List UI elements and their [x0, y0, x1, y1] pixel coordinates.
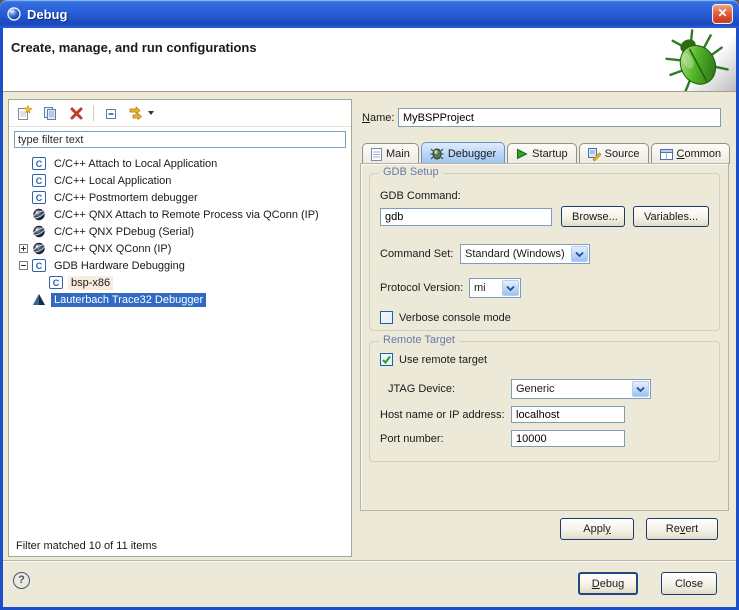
- tree-row[interactable]: C/C++ QNX PDebug (Serial): [9, 223, 351, 240]
- common-icon: [660, 149, 673, 160]
- window-icon: [6, 6, 22, 22]
- remote-target-group: Remote Target Use remote target JTAG Dev…: [369, 341, 720, 462]
- qnx-target-icon: [32, 242, 46, 255]
- protocol-version-label: Protocol Version:: [380, 282, 469, 294]
- use-remote-target-checkbox[interactable]: [380, 353, 393, 366]
- tree-row[interactable]: C bsp-x86: [9, 274, 351, 291]
- use-remote-target-label: Use remote target: [399, 354, 487, 366]
- svg-text:C: C: [36, 193, 43, 203]
- configurations-tree: C C/C++ Attach to Local Application C C/…: [9, 155, 351, 308]
- close-button[interactable]: Close: [661, 572, 717, 595]
- dialog-header: Create, manage, and run configurations: [3, 28, 736, 92]
- help-icon[interactable]: ?: [13, 572, 30, 589]
- revert-button[interactable]: Revert: [646, 518, 718, 540]
- filter-icon[interactable]: [128, 104, 154, 122]
- lauterbach-icon: [32, 293, 46, 306]
- svg-text:C: C: [36, 159, 43, 169]
- new-configuration-icon[interactable]: [15, 104, 33, 122]
- gdb-setup-title: GDB Setup: [379, 166, 443, 178]
- title-bar[interactable]: Debug ✕: [0, 0, 739, 28]
- tab-common[interactable]: Common: [651, 143, 731, 164]
- chevron-down-icon[interactable]: [632, 381, 649, 397]
- gdb-command-input[interactable]: [380, 208, 552, 226]
- filter-menu-caret-icon[interactable]: [148, 111, 154, 115]
- filter-status: Filter matched 10 of 11 items: [16, 540, 157, 552]
- tab-startup[interactable]: Startup: [507, 143, 576, 164]
- tree-row[interactable]: C C/C++ Attach to Local Application: [9, 155, 351, 172]
- remote-target-title: Remote Target: [379, 334, 459, 346]
- port-label: Port number:: [380, 433, 511, 445]
- tree-row[interactable]: C/C++ QNX QConn (IP): [9, 240, 351, 257]
- debug-dialog: Debug ✕ Create, manage, and run configur…: [0, 0, 739, 610]
- c-application-icon: C: [32, 174, 46, 187]
- debugger-tab-content: GDB Setup GDB Command: Browse... Variabl…: [360, 163, 729, 511]
- command-set-label: Command Set:: [380, 248, 460, 260]
- qnx-target-icon: [32, 225, 46, 238]
- toolbar-separator: [93, 105, 94, 121]
- window-title: Debug: [27, 7, 67, 22]
- svg-text:C: C: [36, 261, 43, 271]
- tree-row[interactable]: C GDB Hardware Debugging: [9, 257, 351, 274]
- startup-run-icon: [516, 148, 528, 160]
- svg-text:C: C: [53, 278, 60, 288]
- chevron-down-icon[interactable]: [502, 280, 519, 296]
- tree-row[interactable]: C C/C++ Local Application: [9, 172, 351, 189]
- gdb-command-label: GDB Command:: [380, 190, 709, 202]
- tree-row[interactable]: C/C++ QNX Attach to Remote Process via Q…: [9, 206, 351, 223]
- jtag-device-label: JTAG Device:: [380, 383, 511, 395]
- protocol-version-select[interactable]: mi: [469, 278, 521, 298]
- collapse-icon[interactable]: [19, 261, 28, 270]
- tab-main[interactable]: Main: [362, 143, 419, 164]
- main-tab-icon: [371, 148, 382, 161]
- configuration-form: Name: Main Debugger Startup Source Commo…: [360, 99, 731, 557]
- host-label: Host name or IP address:: [380, 409, 511, 421]
- configurations-toolbar: [9, 100, 351, 127]
- svg-text:C: C: [36, 176, 43, 186]
- delete-icon[interactable]: [67, 104, 85, 122]
- close-icon[interactable]: ✕: [712, 4, 733, 24]
- configurations-panel: C C/C++ Attach to Local Application C C/…: [8, 99, 352, 557]
- verbose-console-label: Verbose console mode: [399, 312, 511, 324]
- qnx-target-icon: [32, 208, 46, 221]
- c-application-icon: C: [49, 276, 63, 289]
- browse-button[interactable]: Browse...: [561, 206, 625, 227]
- port-input[interactable]: [511, 430, 625, 447]
- tab-bar: Main Debugger Startup Source Common: [362, 142, 732, 164]
- source-icon: [588, 148, 601, 161]
- collapse-all-icon[interactable]: [102, 104, 120, 122]
- tab-source[interactable]: Source: [579, 143, 649, 164]
- command-set-select[interactable]: Standard (Windows): [460, 244, 590, 264]
- apply-button[interactable]: Apply: [560, 518, 634, 540]
- footer-separator: [3, 560, 736, 562]
- name-label: Name:: [362, 112, 394, 124]
- dialog-description: Create, manage, and run configurations: [11, 40, 257, 55]
- debug-button[interactable]: Debug: [578, 572, 638, 595]
- verbose-console-checkbox[interactable]: [380, 311, 393, 324]
- variables-button[interactable]: Variables...: [633, 206, 709, 227]
- c-application-icon: C: [32, 157, 46, 170]
- gdb-setup-group: GDB Setup GDB Command: Browse... Variabl…: [369, 173, 720, 331]
- host-input[interactable]: [511, 406, 625, 423]
- duplicate-icon[interactable]: [41, 104, 59, 122]
- tab-debugger[interactable]: Debugger: [421, 142, 505, 164]
- jtag-device-select[interactable]: Generic: [511, 379, 651, 399]
- tree-row-selected[interactable]: Lauterbach Trace32 Debugger: [9, 291, 351, 308]
- filter-input[interactable]: [14, 131, 346, 148]
- tree-row[interactable]: C C/C++ Postmortem debugger: [9, 189, 351, 206]
- c-application-icon: C: [32, 259, 46, 272]
- expand-icon[interactable]: [19, 244, 28, 253]
- debugger-bug-icon: [430, 147, 444, 160]
- c-application-icon: C: [32, 191, 46, 204]
- name-input[interactable]: [398, 108, 721, 127]
- beetle-image: [664, 29, 730, 94]
- chevron-down-icon[interactable]: [571, 246, 588, 262]
